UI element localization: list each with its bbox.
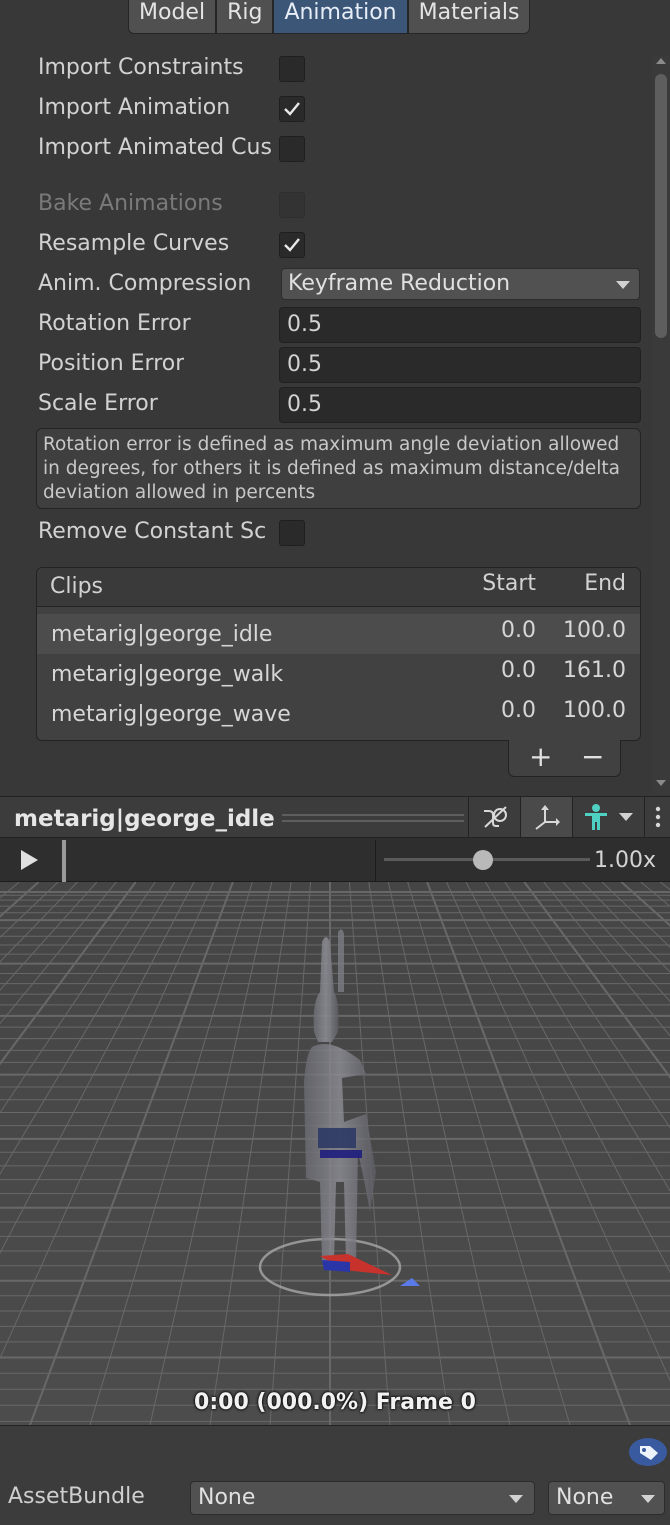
add-clip-button[interactable]: + [529,740,552,773]
drag-handle[interactable] [282,813,464,823]
anim-compression-dropdown[interactable]: Keyframe Reduction [281,268,640,300]
import-constraints-checkbox[interactable] [279,56,305,82]
scrollbar-thumb[interactable] [655,74,667,338]
speed-value: 1.00x [594,848,657,873]
clip-row-george-wave[interactable]: metarig|george_wave 0.0 100.0 [37,694,640,734]
speed-slider-thumb[interactable] [472,850,493,870]
bake-animations-label: Bake Animations [38,191,223,216]
asset-bundle-name-value: None [198,1485,256,1510]
avatar-dropdown-button[interactable] [572,797,644,837]
rotation-error-label: Rotation Error [38,311,191,336]
resample-curves-label: Resample Curves [38,231,230,256]
checkmark-icon [284,238,300,252]
clip-start: 0.0 [501,658,536,683]
clip-start: 0.0 [501,698,536,723]
tab-rig[interactable]: Rig [216,0,274,34]
import-animation-checkbox[interactable] [279,96,305,122]
axis-icon [535,805,560,830]
tab-animation[interactable]: Animation [273,0,408,34]
anim-compression-value: Keyframe Reduction [288,271,511,296]
asset-bundle-variant-value: None [556,1485,614,1510]
pivot-toggle-button[interactable] [468,797,520,837]
import-constraints-label: Import Constraints [38,55,244,80]
frame-info: 0:00 (000.0%) Frame 0 [194,1390,476,1415]
avatar-icon [585,804,607,830]
clip-end: 100.0 [563,698,626,723]
clip-row-george-walk[interactable]: metarig|george_walk 0.0 161.0 [37,654,640,694]
ground-grid [0,882,670,1425]
kebab-menu-icon [655,806,661,828]
clips-header: Clips Start End [37,568,640,607]
scale-error-label: Scale Error [38,391,158,416]
preview-viewport[interactable] [0,882,670,1425]
clips-list: Clips Start End metarig|george_idle 0.0 … [36,567,641,741]
preview-title: metarig|george_idle [14,806,275,832]
import-animated-custom-label: Import Animated Cus [38,135,272,160]
import-animated-custom-checkbox[interactable] [279,136,305,162]
inspector-tabs: Model Rig Animation Materials [128,0,531,34]
position-error-field[interactable]: 0.5 [279,347,641,383]
clip-start: 0.0 [501,618,536,643]
asset-bundle-label: AssetBundle [8,1484,145,1509]
clips-add-remove: + − [508,740,621,777]
remove-constant-scale-checkbox[interactable] [279,520,305,546]
asset-bundle-variant-dropdown[interactable]: None [548,1481,665,1515]
dropdown-arrow-icon [619,813,633,821]
dropdown-arrow-icon [509,1495,523,1503]
dropdown-arrow-icon [641,1495,655,1503]
scale-error-field[interactable]: 0.5 [279,387,641,423]
import-animation-label: Import Animation [38,95,231,120]
clip-name: metarig|george_walk [51,662,284,687]
scroll-up-icon[interactable] [655,56,667,66]
tab-materials[interactable]: Materials [407,0,531,34]
dropdown-arrow-icon [616,281,630,289]
remove-constant-scale-label: Remove Constant Sc [38,519,267,544]
pivot-icon [484,806,507,828]
clips-header-start: Start [482,571,536,596]
rotation-error-field[interactable]: 0.5 [279,307,641,343]
clip-end: 161.0 [563,658,626,683]
clip-name: metarig|george_idle [51,622,273,647]
clip-row-george-idle[interactable]: metarig|george_idle 0.0 100.0 [37,614,640,654]
checkmark-icon [284,102,300,116]
clips-header-end: End [584,571,626,596]
help-box: Rotation error is defined as maximum ang… [36,428,641,509]
play-icon[interactable] [19,849,39,871]
transform-gizmo-button[interactable] [520,797,572,837]
scroll-down-icon[interactable] [655,778,667,788]
tab-model[interactable]: Model [128,0,217,34]
timeline-track[interactable] [66,840,376,881]
bake-animations-checkbox [279,192,305,218]
preview-menu-button[interactable] [644,797,670,837]
clip-end: 100.0 [563,618,626,643]
tag-icon[interactable] [628,1437,668,1467]
clip-name: metarig|george_wave [51,702,291,727]
position-error-label: Position Error [38,351,185,376]
asset-bundle-name-dropdown[interactable]: None [190,1481,535,1515]
clips-header-name: Clips [50,574,104,599]
anim-compression-label: Anim. Compression [38,271,252,296]
resample-curves-checkbox[interactable] [279,232,305,258]
remove-clip-button[interactable]: − [581,740,604,773]
